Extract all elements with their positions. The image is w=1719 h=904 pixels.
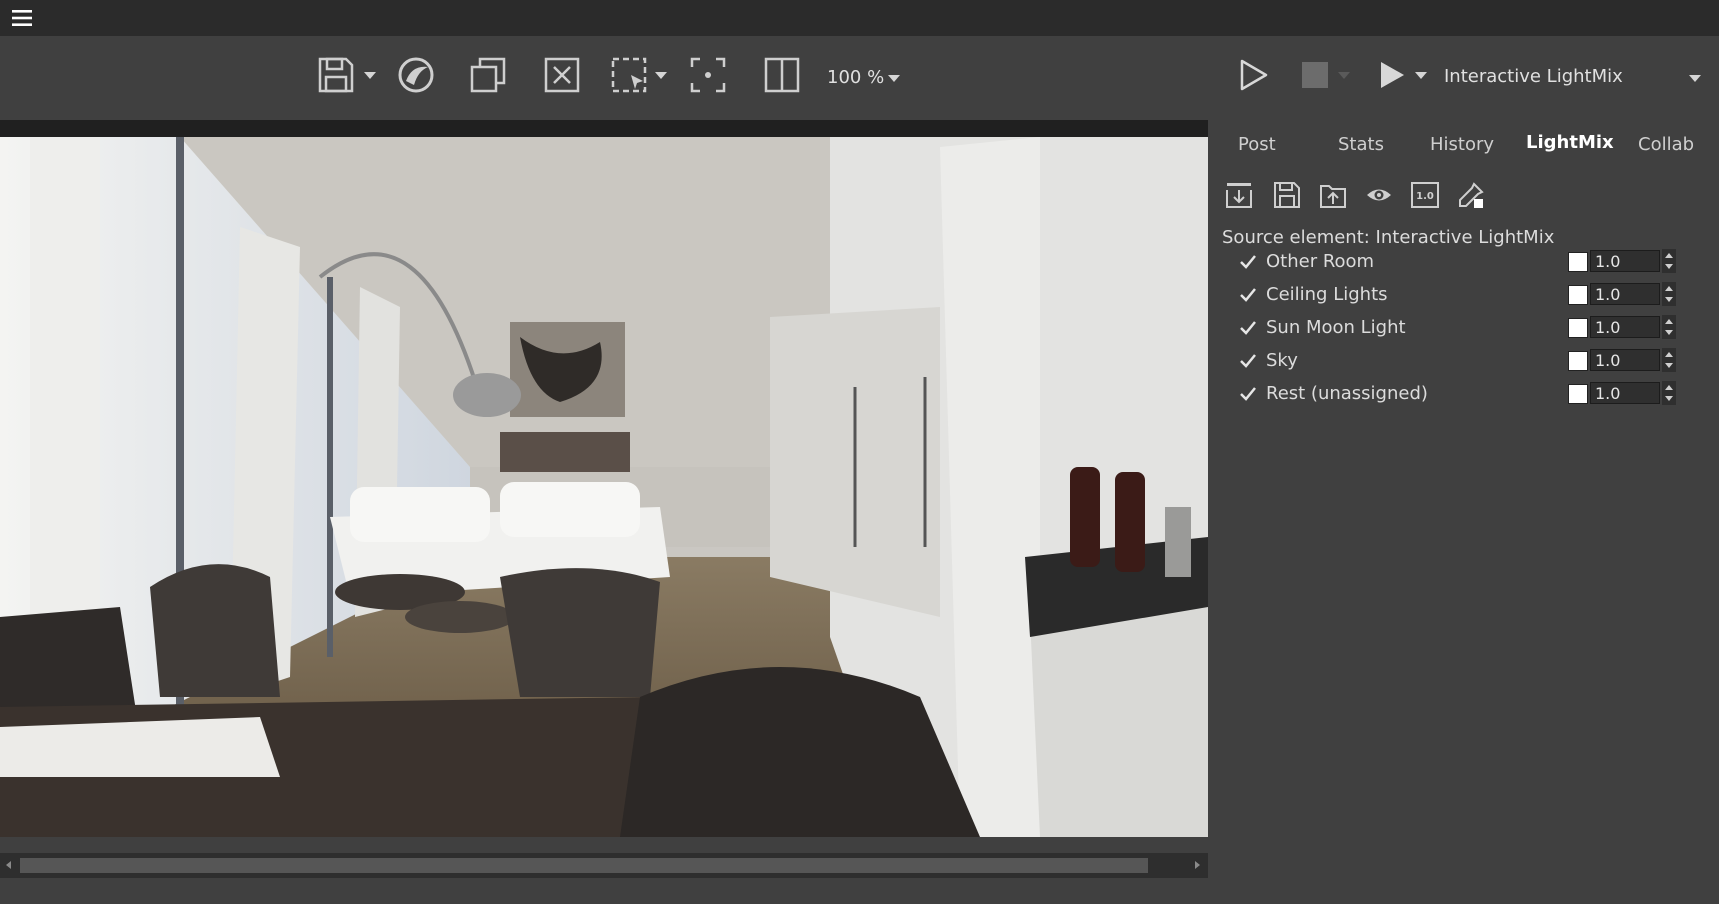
multiplier-icon: 1.0	[1411, 182, 1439, 208]
region-dropdown-icon[interactable]	[655, 71, 667, 79]
lightmix-row: Other Room	[1238, 248, 1698, 278]
set-multipliers-button[interactable]: 1.0	[1408, 178, 1442, 212]
intensity-spinner-icon[interactable]	[1662, 381, 1676, 405]
lightmix-enable-checkbox[interactable]	[1238, 252, 1258, 272]
multiplier-icon-text: 1.0	[1416, 191, 1434, 202]
horizontal-scrollbar[interactable]	[0, 853, 1208, 878]
render-viewport[interactable]	[0, 137, 1208, 837]
render-element-select[interactable]: Interactive LightMix	[1444, 66, 1623, 87]
focus-button[interactable]	[688, 52, 728, 98]
title-bar	[0, 0, 1719, 36]
lightmix-intensity-input[interactable]	[1590, 349, 1660, 371]
stop-render-button[interactable]	[1296, 52, 1354, 98]
region-select-icon	[611, 57, 647, 93]
export-lightmix-button[interactable]	[1316, 178, 1350, 212]
side-panel: Post Stats History LightMix Collab 1.0 S…	[1208, 120, 1719, 904]
intensity-spinner-icon[interactable]	[1662, 315, 1676, 339]
play-icon	[1381, 62, 1404, 88]
intensity-spinner-icon[interactable]	[1662, 249, 1676, 273]
source-element-label: Source element: Interactive LightMix	[1222, 227, 1555, 248]
preview-toggle-button[interactable]	[1362, 178, 1396, 212]
lightmix-enable-checkbox[interactable]	[1238, 285, 1258, 305]
lightmix-color-swatch[interactable]	[1568, 384, 1588, 404]
tab-lightmix[interactable]: LightMix	[1526, 132, 1614, 153]
save-dropdown-icon[interactable]	[364, 71, 376, 79]
import-lightmix-button[interactable]	[1222, 178, 1256, 212]
lightmix-intensity-input[interactable]	[1590, 250, 1660, 272]
intensity-spinner-icon[interactable]	[1662, 282, 1676, 306]
lightmix-element-name: Ceiling Lights	[1266, 284, 1388, 305]
lightmix-element-name: Sun Moon Light	[1266, 317, 1406, 338]
lightmix-row: Sun Moon Light	[1238, 314, 1698, 344]
tab-collab[interactable]: Collab	[1638, 134, 1694, 155]
tab-stats[interactable]: Stats	[1338, 134, 1384, 155]
lightmix-enable-checkbox[interactable]	[1238, 351, 1258, 371]
lightmix-element-name: Sky	[1266, 350, 1298, 371]
save-lightmix-button[interactable]	[1270, 178, 1304, 212]
zoom-level[interactable]: 100 %	[827, 67, 884, 88]
save-icon	[318, 57, 354, 93]
lightmix-row: Rest (unassigned)	[1238, 380, 1698, 410]
play-outline-icon	[1240, 59, 1268, 91]
tab-post[interactable]: Post	[1238, 134, 1276, 155]
lightmix-color-swatch[interactable]	[1568, 285, 1588, 305]
save-icon	[1274, 182, 1300, 208]
stop-icon	[1302, 62, 1328, 88]
intensity-spinner-icon[interactable]	[1662, 348, 1676, 372]
lightmix-color-swatch[interactable]	[1568, 252, 1588, 272]
region-render-button[interactable]	[606, 52, 670, 98]
eyedropper-icon	[1459, 182, 1484, 208]
zoom-dropdown-icon[interactable]	[888, 75, 900, 82]
clear-image-button[interactable]	[542, 52, 582, 98]
viewport-header-strip	[0, 120, 1208, 137]
lightmix-element-name: Rest (unassigned)	[1266, 383, 1428, 404]
hamburger-menu-icon[interactable]	[10, 6, 34, 30]
scroll-left-arrow-icon[interactable]	[2, 858, 16, 872]
lightmix-color-swatch[interactable]	[1568, 318, 1588, 338]
status-strip	[0, 878, 1208, 904]
eye-icon	[1367, 189, 1391, 201]
export-icon	[1320, 185, 1346, 208]
import-icon	[1226, 183, 1252, 208]
play-dropdown-icon[interactable]	[1415, 71, 1427, 79]
split-view-icon	[764, 57, 800, 93]
tab-history[interactable]: History	[1430, 134, 1494, 155]
clear-icon	[544, 57, 580, 93]
lightmix-intensity-input[interactable]	[1590, 382, 1660, 404]
corona-logo-button[interactable]	[396, 52, 436, 98]
corona-icon	[398, 57, 434, 93]
lightmix-row: Sky	[1238, 347, 1698, 377]
scroll-right-arrow-icon[interactable]	[1190, 858, 1204, 872]
scrollbar-thumb[interactable]	[20, 858, 1148, 873]
start-render-button[interactable]	[1232, 52, 1272, 98]
copy-icon	[470, 57, 506, 93]
lightmix-intensity-input[interactable]	[1590, 283, 1660, 305]
stop-dropdown-icon	[1338, 71, 1350, 79]
lightmix-enable-checkbox[interactable]	[1238, 318, 1258, 338]
lightmix-enable-checkbox[interactable]	[1238, 384, 1258, 404]
render-element-play-button[interactable]	[1370, 52, 1432, 98]
rendered-image	[0, 137, 1208, 837]
lightmix-color-swatch[interactable]	[1568, 351, 1588, 371]
lightmix-row: Ceiling Lights	[1238, 281, 1698, 311]
save-image-button[interactable]	[312, 52, 380, 98]
split-view-button[interactable]	[762, 52, 802, 98]
render-element-dropdown-icon[interactable]	[1689, 75, 1701, 82]
copy-image-button[interactable]	[468, 52, 508, 98]
focus-target-icon	[690, 57, 726, 93]
lightmix-intensity-input[interactable]	[1590, 316, 1660, 338]
lightmix-element-name: Other Room	[1266, 251, 1375, 272]
color-picker-button[interactable]	[1454, 178, 1488, 212]
